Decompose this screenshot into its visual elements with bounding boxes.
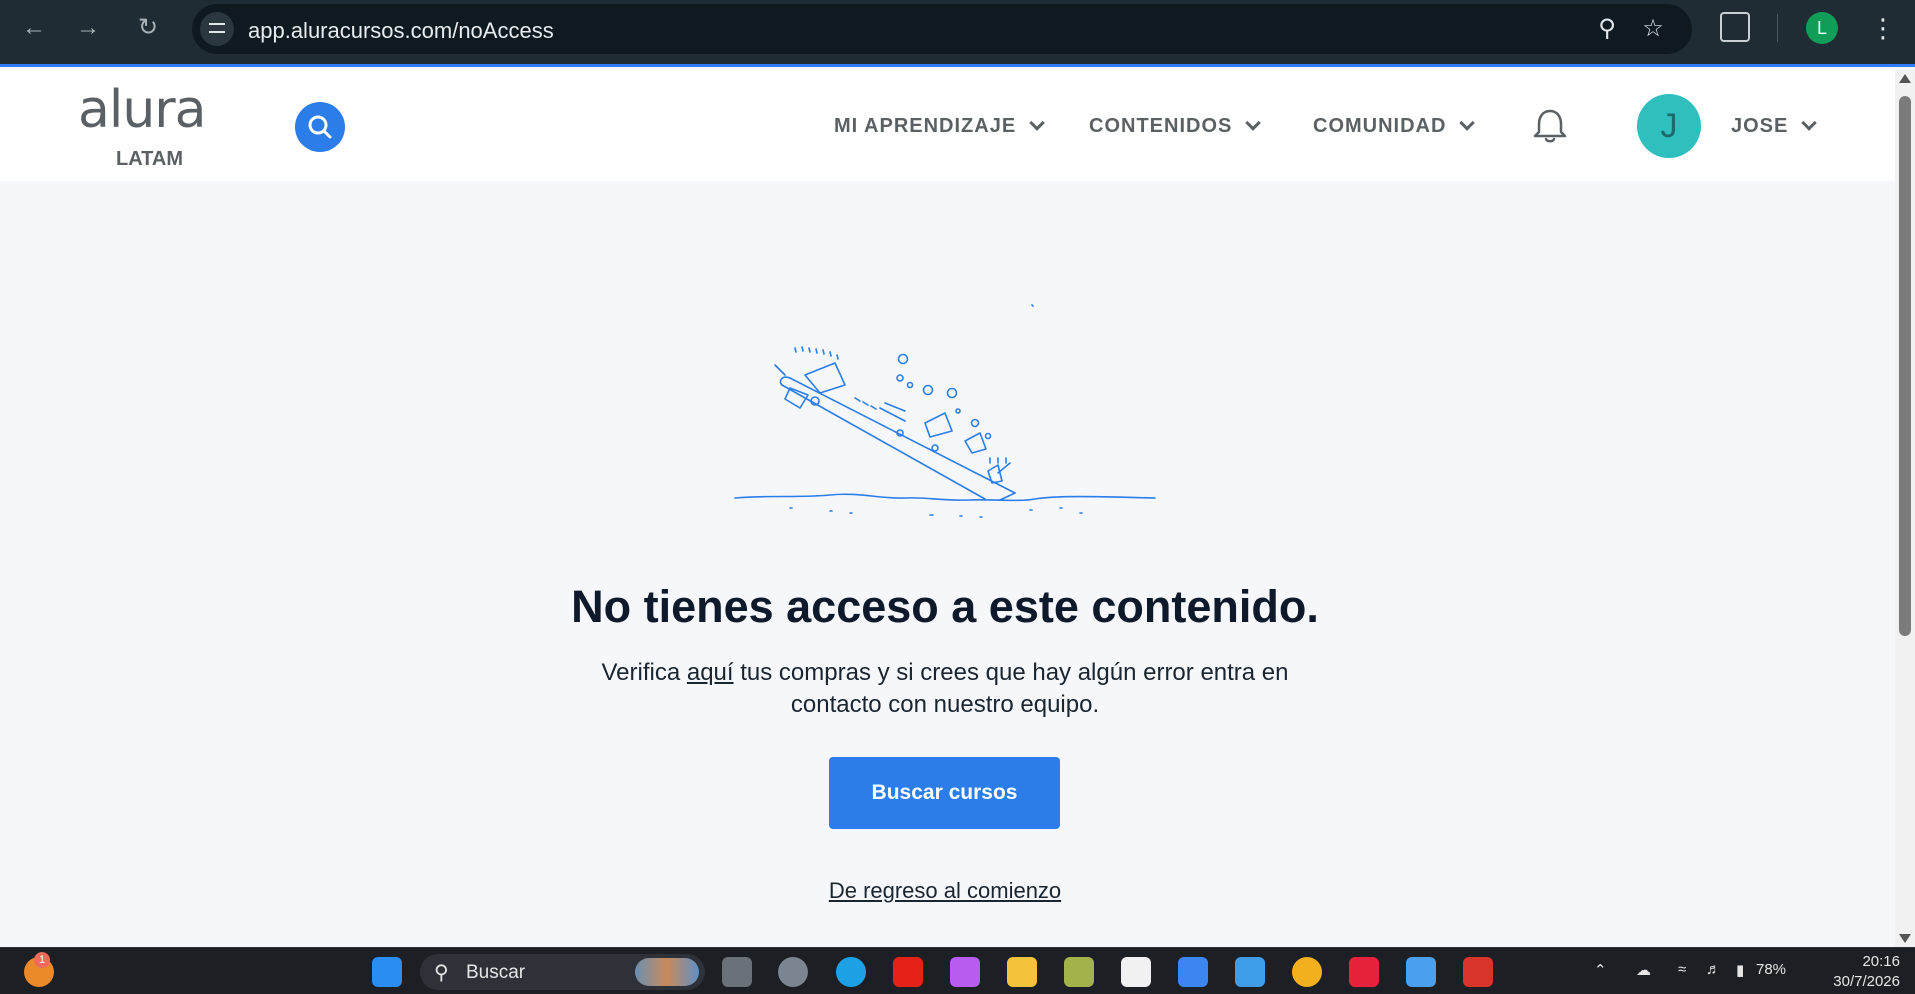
user-menu[interactable]: JOSE: [1731, 115, 1818, 138]
nav-label: MI APRENDIZAJE: [834, 115, 1017, 137]
scrollbar-thumb[interactable]: [1899, 96, 1911, 636]
user-avatar[interactable]: J: [1637, 94, 1701, 158]
reload-icon[interactable]: ↻: [132, 12, 164, 44]
settings-gear-icon[interactable]: [778, 957, 808, 987]
browser-profile-avatar[interactable]: L: [1806, 12, 1838, 44]
address-bar-url[interactable]: app.aluracursos.com/noAccess: [248, 18, 554, 44]
chevron-down-icon: [1245, 115, 1262, 131]
nav-comunidad[interactable]: COMUNIDAD: [1313, 115, 1476, 138]
back-to-home-link[interactable]: De regreso al comienzo: [0, 878, 1890, 904]
chevron-down-icon: [1029, 115, 1045, 131]
search-icon: [308, 115, 332, 139]
alura-logo[interactable]: alura LATAM: [78, 80, 208, 170]
address-bar[interactable]: app.aluracursos.com/noAccess ⚲ ☆: [192, 4, 1692, 54]
page-title: No tienes acceso a este contenido.: [571, 581, 1319, 632]
cloud-off-icon[interactable]: ☁: [1636, 961, 1651, 979]
bookmark-star-icon[interactable]: ☆: [1638, 14, 1668, 44]
bell-icon[interactable]: [1530, 106, 1570, 146]
scroll-down-arrow-icon[interactable]: [1899, 934, 1911, 943]
photos-app-icon[interactable]: [1064, 957, 1094, 987]
no-access-content: No tienes acceso a este contenido. Verif…: [0, 181, 1895, 947]
tray-overflow-chevron-icon[interactable]: ⌃: [1594, 961, 1607, 979]
nav-label: CONTENIDOS: [1089, 115, 1233, 137]
notepad-icon[interactable]: [1235, 957, 1265, 987]
search-highlight-image: [635, 958, 699, 986]
search-icon: ⚲: [434, 962, 449, 984]
copilot-icon[interactable]: [950, 957, 980, 987]
logo-brand: alura: [78, 80, 207, 140]
windows-taskbar: 1 ⚲ Buscar ⌃ ☁ ≈ ♬ ▮ 78% 20:16 30/7/2026: [0, 947, 1915, 994]
purchases-link[interactable]: aquí: [687, 659, 734, 686]
gemini-icon[interactable]: [1406, 957, 1436, 987]
site-header: alura LATAM MI APRENDIZAJE CONTENIDOS CO…: [0, 70, 1895, 181]
volume-icon[interactable]: ♬: [1706, 961, 1721, 978]
vscode-icon[interactable]: [1178, 957, 1208, 987]
page-scrollbar[interactable]: [1895, 70, 1915, 947]
chevron-down-icon: [1459, 115, 1476, 131]
taskbar-search[interactable]: ⚲ Buscar: [420, 954, 705, 990]
sinking-ship-illustration: [734, 304, 1156, 518]
windows-start-icon[interactable]: [372, 957, 402, 987]
system-clock[interactable]: 20:16 30/7/2026: [1820, 952, 1900, 992]
forward-arrow-icon[interactable]: →: [72, 12, 104, 44]
clock-date: 30/7/2026: [1833, 973, 1900, 990]
description-text-end: tus compras y si crees que hay algún err…: [733, 659, 1289, 718]
task-view-icon[interactable]: [722, 957, 752, 987]
extensions-icon[interactable]: [1720, 12, 1750, 42]
logo-region: LATAM: [116, 148, 184, 170]
youtube-icon[interactable]: [893, 957, 923, 987]
battery-icon[interactable]: ▮: [1736, 961, 1744, 979]
toolbar-divider: [1777, 14, 1778, 42]
microsoft-store-icon[interactable]: [1121, 957, 1151, 987]
nav-mi-aprendizaje[interactable]: MI APRENDIZAJE: [834, 115, 1045, 138]
battery-percent: 78%: [1756, 961, 1787, 978]
search-courses-button[interactable]: Buscar cursos: [829, 757, 1060, 829]
file-explorer-icon[interactable]: [1007, 957, 1037, 987]
nav-contenidos[interactable]: CONTENIDOS: [1089, 115, 1262, 138]
chevron-down-icon: [1801, 115, 1818, 131]
notification-badge: 1: [34, 952, 50, 968]
gmail-icon[interactable]: [1463, 957, 1493, 987]
taskbar-search-placeholder: Buscar: [466, 962, 526, 983]
intellij-icon[interactable]: [1349, 957, 1379, 987]
user-name: JOSE: [1731, 115, 1789, 137]
back-arrow-icon[interactable]: ←: [18, 12, 50, 44]
browser-menu-icon[interactable]: ⋮: [1870, 12, 1896, 44]
search-button[interactable]: [295, 102, 345, 152]
chrome-icon[interactable]: [1292, 957, 1322, 987]
clock-time: 20:16: [1862, 953, 1900, 970]
zoom-icon[interactable]: ⚲: [1592, 14, 1622, 44]
scroll-up-arrow-icon[interactable]: [1899, 74, 1911, 83]
edge-browser-icon[interactable]: [836, 957, 866, 987]
wifi-icon[interactable]: ≈: [1678, 961, 1686, 978]
site-settings-icon[interactable]: [200, 12, 234, 46]
browser-toolbar: ← → ↻ app.aluracursos.com/noAccess ⚲ ☆ L…: [0, 0, 1915, 67]
nav-label: COMUNIDAD: [1313, 115, 1447, 137]
page-description: Verifica aquí tus compras y si crees que…: [570, 657, 1320, 721]
description-text-start: Verifica: [601, 659, 687, 686]
